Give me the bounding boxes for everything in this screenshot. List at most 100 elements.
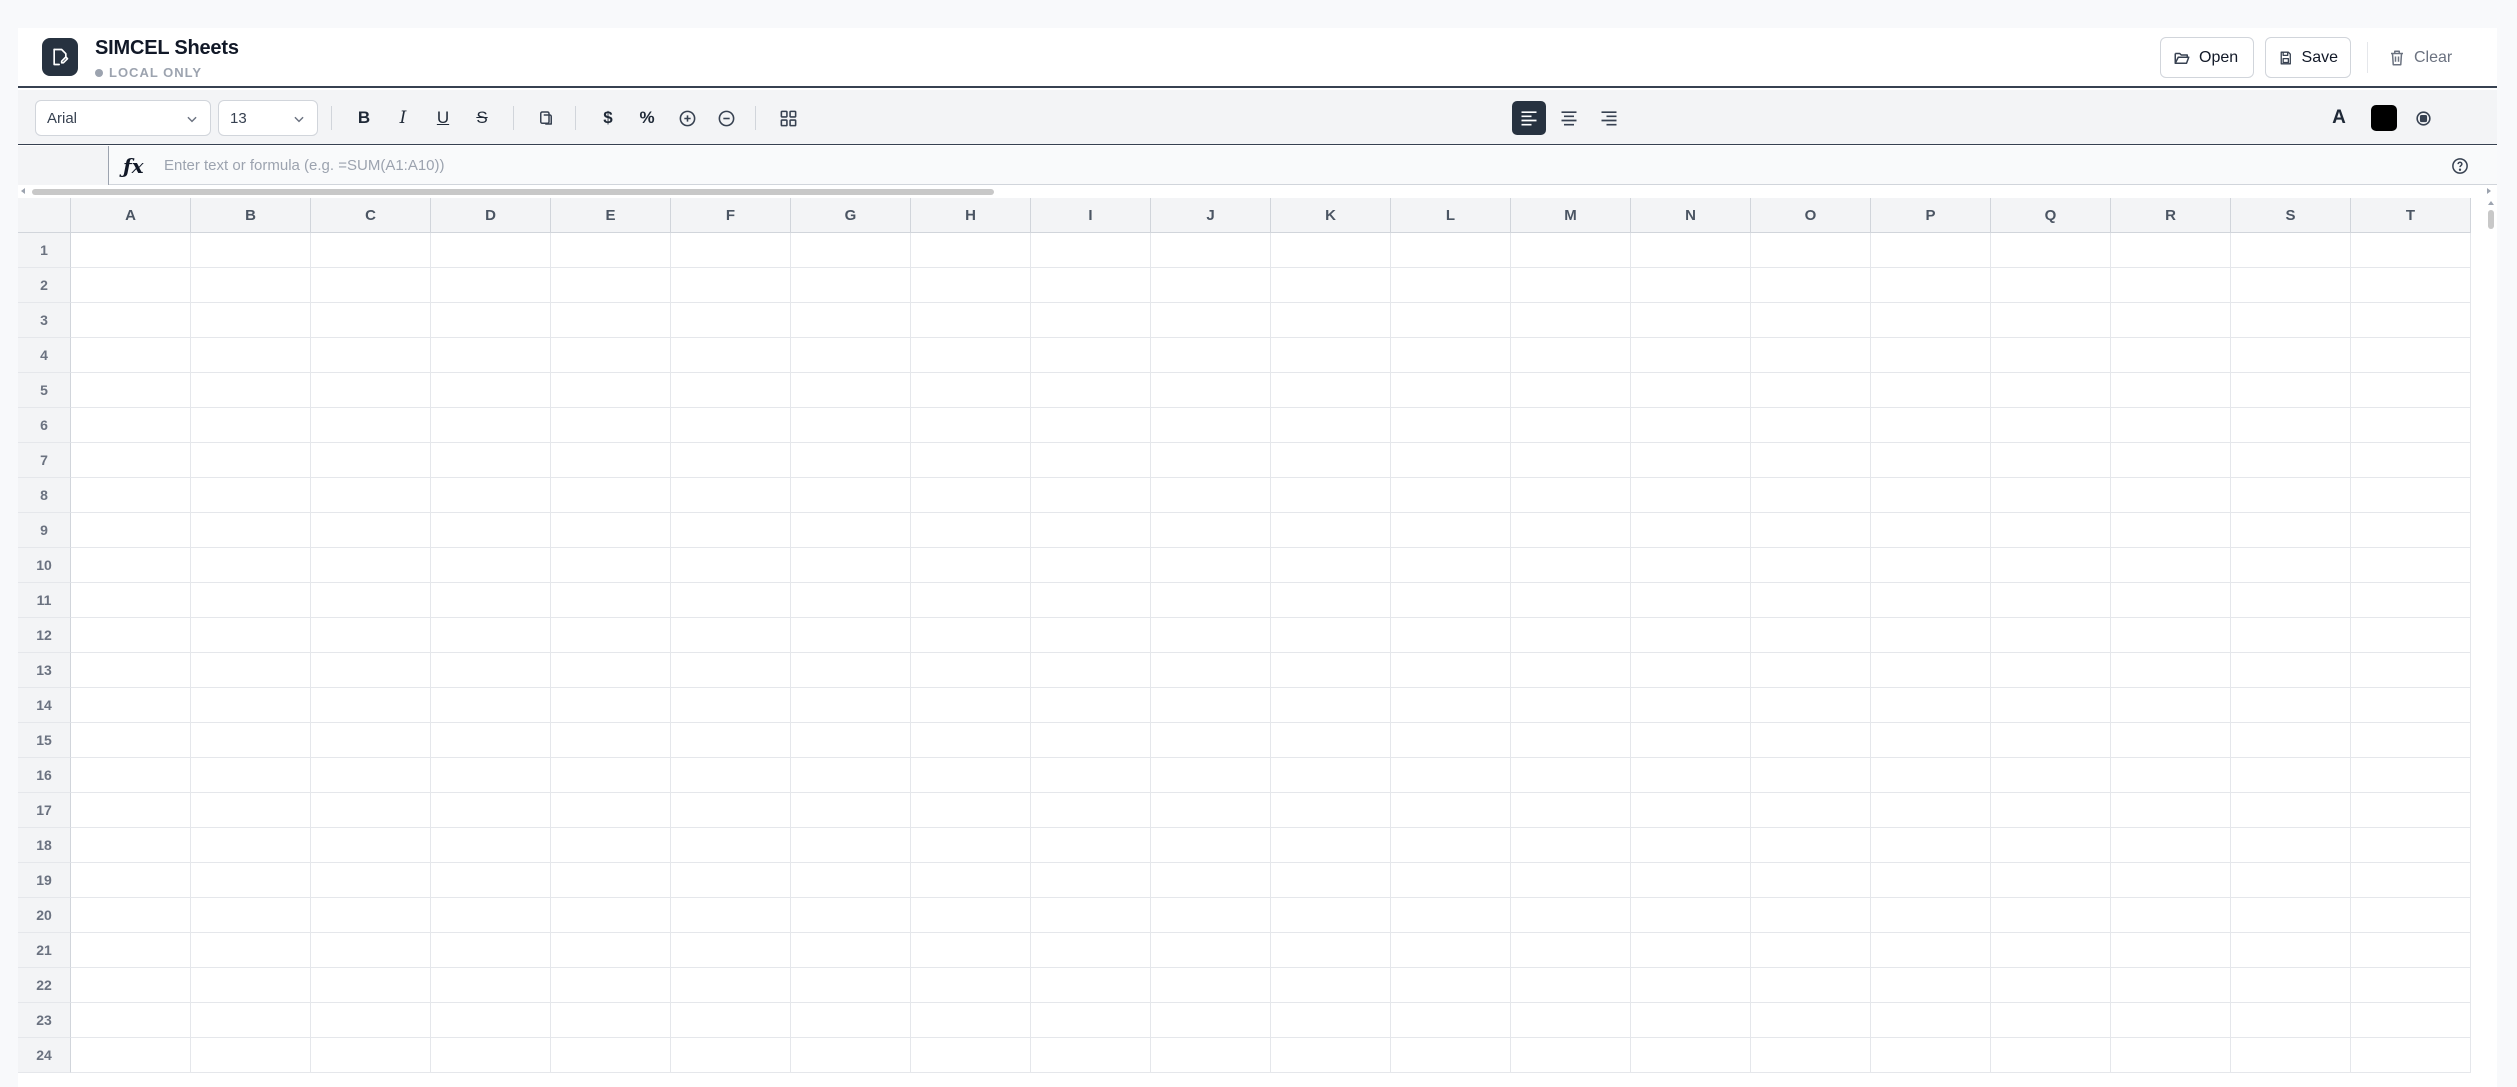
grid-cell[interactable] [1871, 723, 1991, 758]
scroll-up-arrow-icon[interactable] [2487, 199, 2495, 207]
grid-cell[interactable] [1751, 338, 1871, 373]
grid-cell[interactable] [311, 863, 431, 898]
grid-cell[interactable] [1151, 828, 1271, 863]
grid-cell[interactable] [1631, 513, 1751, 548]
strikethrough-button[interactable]: S [467, 103, 497, 133]
grid-cell[interactable] [911, 688, 1031, 723]
grid-cell[interactable] [671, 933, 791, 968]
grid-cell[interactable] [551, 723, 671, 758]
grid-cell[interactable] [1871, 618, 1991, 653]
grid-cell[interactable] [671, 618, 791, 653]
grid-cell[interactable] [1511, 478, 1631, 513]
grid-cell[interactable] [1991, 338, 2111, 373]
grid-cell[interactable] [431, 373, 551, 408]
grid-cell[interactable] [2111, 1038, 2231, 1073]
grid-cell[interactable] [911, 1003, 1031, 1038]
grid-cell[interactable] [791, 793, 911, 828]
grid-cell[interactable] [311, 688, 431, 723]
grid-cell[interactable] [1871, 513, 1991, 548]
grid-cell[interactable] [2351, 373, 2471, 408]
column-header[interactable]: F [671, 198, 791, 233]
grid-cell[interactable] [551, 583, 671, 618]
grid-cell[interactable] [71, 688, 191, 723]
grid-cell[interactable] [1031, 233, 1151, 268]
grid-cell[interactable] [1631, 548, 1751, 583]
grid-cell[interactable] [311, 303, 431, 338]
grid-cell[interactable] [2111, 268, 2231, 303]
grid-cell[interactable] [1511, 863, 1631, 898]
grid-cell[interactable] [1151, 1003, 1271, 1038]
grid-cell[interactable] [1511, 898, 1631, 933]
grid-cell[interactable] [311, 653, 431, 688]
grid-cell[interactable] [191, 688, 311, 723]
grid-cell[interactable] [1631, 863, 1751, 898]
grid-cell[interactable] [1031, 933, 1151, 968]
grid-cell[interactable] [1991, 898, 2111, 933]
grid-cell[interactable] [1991, 408, 2111, 443]
grid-cell[interactable] [1871, 548, 1991, 583]
grid-cell[interactable] [1151, 723, 1271, 758]
grid-cell[interactable] [2231, 408, 2351, 443]
row-header[interactable]: 3 [18, 303, 71, 338]
grid-cell[interactable] [71, 933, 191, 968]
grid-cell[interactable] [1511, 653, 1631, 688]
grid-cell[interactable] [911, 338, 1031, 373]
grid-cell[interactable] [1511, 408, 1631, 443]
grid-cell[interactable] [1031, 1038, 1151, 1073]
grid-cell[interactable] [1151, 338, 1271, 373]
grid-cell[interactable] [1871, 268, 1991, 303]
grid-cell[interactable] [311, 758, 431, 793]
grid-cell[interactable] [2231, 338, 2351, 373]
grid-cell[interactable] [2111, 758, 2231, 793]
grid-cell[interactable] [1871, 1003, 1991, 1038]
scroll-left-arrow-icon[interactable] [19, 187, 27, 195]
grid-cell[interactable] [1391, 898, 1511, 933]
vertical-scrollbar[interactable] [2485, 198, 2497, 1087]
grid-cell[interactable] [1511, 1038, 1631, 1073]
grid-cell[interactable] [1511, 618, 1631, 653]
grid-cell[interactable] [1271, 233, 1391, 268]
grid-cell[interactable] [1511, 723, 1631, 758]
grid-cell[interactable] [2231, 688, 2351, 723]
grid-cell[interactable] [2111, 443, 2231, 478]
grid-cell[interactable] [1391, 303, 1511, 338]
grid-cell[interactable] [2351, 303, 2471, 338]
grid-cell[interactable] [191, 828, 311, 863]
row-header[interactable]: 21 [18, 933, 71, 968]
grid-cell[interactable] [1271, 338, 1391, 373]
grid-cell[interactable] [1991, 1038, 2111, 1073]
grid-cell[interactable] [551, 268, 671, 303]
grid-cell[interactable] [1391, 583, 1511, 618]
grid-cell[interactable] [1391, 1038, 1511, 1073]
grid-cell[interactable] [671, 513, 791, 548]
grid-cell[interactable] [791, 828, 911, 863]
select-all-corner[interactable] [18, 198, 71, 233]
grid-cell[interactable] [1751, 688, 1871, 723]
grid-cell[interactable] [1631, 338, 1751, 373]
grid-cell[interactable] [551, 373, 671, 408]
grid-cell[interactable] [2351, 688, 2471, 723]
grid-cell[interactable] [431, 863, 551, 898]
row-header[interactable]: 4 [18, 338, 71, 373]
grid-cell[interactable] [1151, 618, 1271, 653]
grid-cell[interactable] [791, 618, 911, 653]
grid-cell[interactable] [2231, 233, 2351, 268]
grid-cell[interactable] [2231, 583, 2351, 618]
grid-cell[interactable] [1871, 758, 1991, 793]
grid-cell[interactable] [1031, 1003, 1151, 1038]
grid-cell[interactable] [911, 898, 1031, 933]
grid-cell[interactable] [71, 233, 191, 268]
grid-cell[interactable] [71, 828, 191, 863]
grid-cell[interactable] [671, 793, 791, 828]
grid-cell[interactable] [191, 513, 311, 548]
grid-cell[interactable] [1271, 863, 1391, 898]
grid-cell[interactable] [2351, 968, 2471, 1003]
row-header[interactable]: 14 [18, 688, 71, 723]
grid-cell[interactable] [2111, 828, 2231, 863]
column-header[interactable]: R [2111, 198, 2231, 233]
grid-cell[interactable] [2231, 968, 2351, 1003]
grid-cell[interactable] [2111, 303, 2231, 338]
grid-cell[interactable] [911, 478, 1031, 513]
grid-cell[interactable] [191, 583, 311, 618]
grid-cell[interactable] [2351, 863, 2471, 898]
